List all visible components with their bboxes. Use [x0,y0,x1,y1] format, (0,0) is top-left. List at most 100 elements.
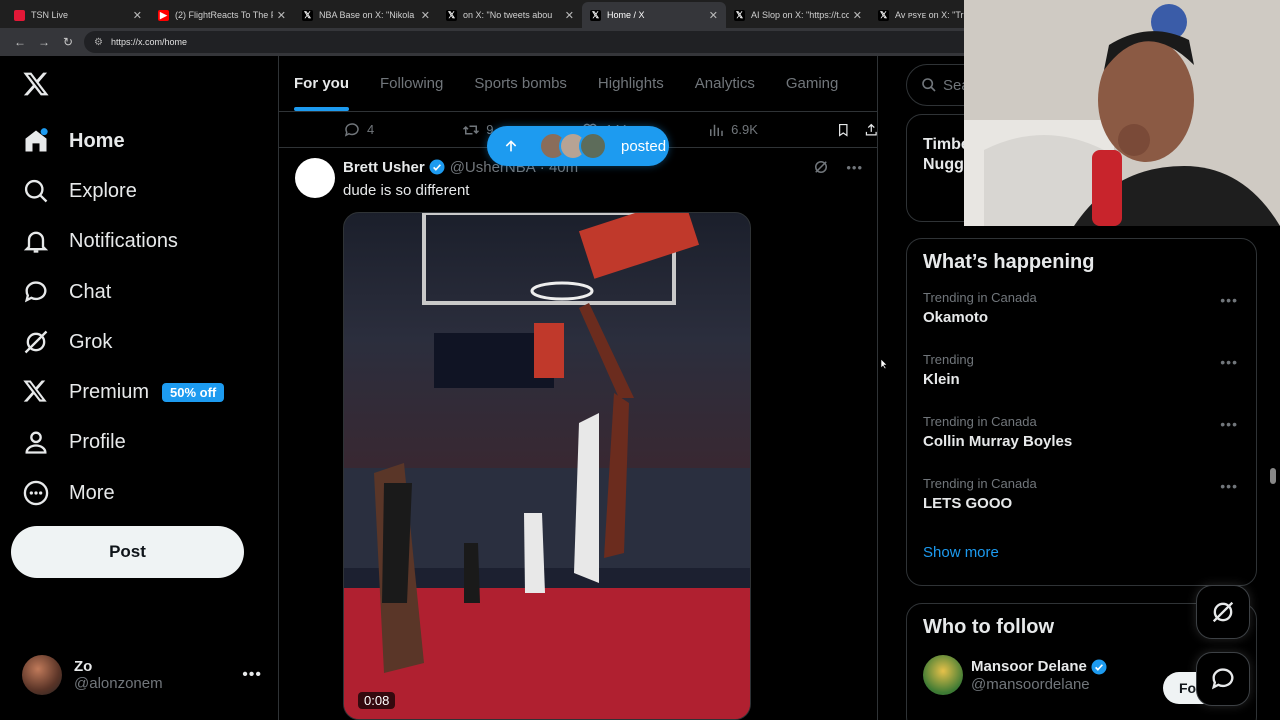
tab-favicon-icon: ▶ [158,9,169,21]
tweet-author-name[interactable]: Brett Usher [343,159,425,176]
nav-item-chat[interactable]: Chat [22,272,111,312]
scrollbar-thumb[interactable] [1270,468,1276,484]
chat-icon [22,278,50,306]
trend-title: Okamoto [923,309,989,326]
reply-button[interactable]: 4 [343,121,374,139]
tab-favicon-icon [14,9,25,21]
tab-close-icon[interactable]: ✕ [565,9,574,22]
feed-tab[interactable]: Analytics [695,56,755,111]
tweet-more-icon[interactable]: ••• [846,160,863,175]
reply-count: 4 [367,122,375,137]
feed-tab[interactable]: Following [380,56,443,111]
grok-icon [1212,601,1234,623]
mouse-cursor-icon [880,358,888,370]
trend-item[interactable]: Trending in Canada LETS GOOO ••• [907,472,1256,534]
nav-item-label: Explore [69,179,137,202]
tab-title: NBA Base on X: "Nikola Jo [319,10,417,20]
messages-floating-button[interactable] [1196,652,1250,706]
x-logo-icon[interactable] [22,70,50,98]
url-text: https://x.com/home [110,37,187,47]
feed-tab[interactable]: Highlights [598,56,664,111]
nav-item-home[interactable]: Home [22,121,125,161]
trend-title: Collin Murray Boyles [923,433,1073,450]
share-icon[interactable] [864,121,878,139]
more-dots-icon[interactable]: ••• [242,666,262,684]
trend-more-icon[interactable]: ••• [1220,478,1238,494]
nav-item-label: Notifications [69,229,178,252]
trend-title: Klein [923,371,960,388]
nav-item-premium[interactable]: Premium 50% off [22,372,225,412]
browser-tab[interactable]: 𝕏 AI Slop on X: "https://t.co ✕ [726,2,870,28]
browser-tab[interactable]: TSN Live ✕ [6,2,150,28]
nav-item-notifications[interactable]: Notifications [22,221,178,261]
repost-icon [463,125,480,134]
tab-favicon-icon: 𝕏 [878,9,889,21]
tab-close-icon[interactable]: ✕ [133,9,142,22]
new-posts-pill[interactable]: posted [487,126,669,166]
tab-favicon-icon: 𝕏 [302,9,313,21]
post-button[interactable]: Post [11,526,244,578]
account-switcher[interactable]: Zo @alonzonem ••• [22,654,262,696]
feed-tab[interactable]: Gaming [786,56,839,111]
premium-discount-badge: 50% off [162,382,225,402]
nav-item-explore[interactable]: Explore [22,171,137,211]
tab-close-icon[interactable]: ✕ [421,9,430,22]
bell-icon [22,227,50,255]
views-button[interactable]: 6.9K [707,121,758,139]
nav-item-grok[interactable]: Grok [22,322,112,362]
tweet-text: dude is so different [343,182,470,199]
avatar [22,655,62,695]
forward-icon[interactable]: → [32,35,56,49]
tab-title: Home / X [607,10,645,20]
browser-tab[interactable]: ▶ (2) FlightReacts To The Ful ✕ [150,2,294,28]
grok-icon[interactable] [812,158,830,176]
browser-tab[interactable]: 𝕏on X: "No tweets abou ✕ [438,2,582,28]
browser-tab[interactable]: 𝕏 NBA Base on X: "Nikola Jo ✕ [294,2,438,28]
url-input[interactable]: ⚙ https://x.com/home [84,31,1024,53]
tweet-avatar[interactable] [295,158,335,198]
feed-tabs: For you Following Sports bombs Highlights An… [279,56,877,112]
trend-more-icon[interactable]: ••• [1220,354,1238,370]
nav-item-more[interactable]: More [22,473,115,513]
trend-more-icon[interactable]: ••• [1220,416,1238,432]
feed-tab[interactable]: For you [294,56,349,111]
trend-more-icon[interactable]: ••• [1220,292,1238,308]
tab-close-icon[interactable]: ✕ [709,9,718,22]
reply-icon [344,122,359,137]
trend-item[interactable]: Trending in Canada Collin Murray Boyles ••… [907,410,1256,472]
nav-item-label: Chat [69,280,112,303]
views-count: 6.9K [731,122,758,137]
tab-close-icon[interactable]: ✕ [277,9,286,22]
suggestion-handle: @mansoordelane [971,675,1090,693]
feed-tab[interactable]: Sports bombs [474,56,567,111]
back-icon[interactable]: ← [8,35,32,49]
grok-floating-button[interactable] [1196,585,1250,639]
nav-item-label: Profile [69,430,126,453]
trend-item[interactable]: Trending in Canada Okamoto ••• [907,286,1256,348]
trend-item[interactable]: Trending Klein ••• [907,348,1256,410]
tab-favicon-icon: 𝕏 [446,9,457,21]
site-info-icon[interactable]: ⚙ [94,37,103,48]
verified-badge-icon [1091,659,1107,674]
reload-icon[interactable]: ↻ [56,35,80,49]
grok-icon [22,328,50,356]
tab-favicon-icon: 𝕏 [590,9,601,21]
tweet-video[interactable]: 0:08 [343,212,751,720]
person-icon [22,428,50,456]
verified-badge-icon [429,159,445,175]
nav-item-profile[interactable]: Profile [22,422,126,462]
bookmark-icon[interactable] [836,121,851,139]
user-handle: @alonzonem [74,675,163,692]
nav-item-label: Premium [69,380,150,403]
arrow-up-icon [505,140,517,152]
trend-context: Trending in Canada [923,290,1037,305]
browser-tab[interactable]: 𝕏 Home / X ✕ [582,2,726,28]
tab-close-icon[interactable]: ✕ [853,9,862,22]
whats-happening-card: What’s happening Trending in Canada Okamo… [906,238,1257,586]
whats-happening-title: What’s happening [923,251,1095,273]
show-more-link[interactable]: Show more [907,534,1256,577]
tab-favicon-icon: 𝕏 [734,9,745,21]
x-icon [22,378,50,406]
trend-context: Trending [923,352,974,367]
suggestion-avatar [923,655,963,695]
